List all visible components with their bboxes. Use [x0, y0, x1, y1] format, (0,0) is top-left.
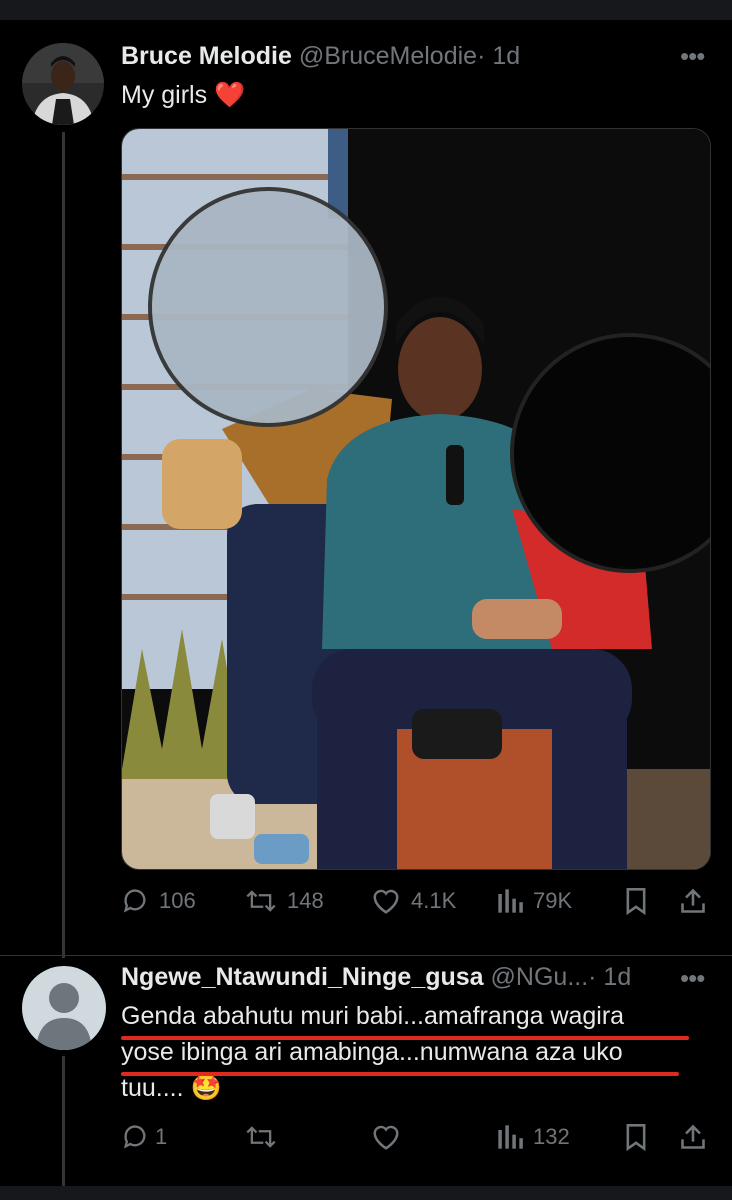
- reply-time[interactable]: · 1d: [588, 963, 631, 991]
- views-icon: [498, 1125, 523, 1149]
- reply-button[interactable]: 1: [121, 1122, 167, 1152]
- reply-author-name[interactable]: Ngewe_Ntawundi_Ninge_gusa: [121, 963, 484, 991]
- reply-line: Genda abahutu muri babi...amafranga wagi…: [121, 1002, 625, 1030]
- views-icon: [498, 889, 523, 913]
- star-struck-emoji: 🤩: [190, 1074, 222, 1102]
- reply-author-handle[interactable]: @NGu...: [491, 963, 589, 991]
- post-text: My girls ❤️: [121, 77, 245, 113]
- reply-icon: [123, 1125, 146, 1149]
- repost-count: 148: [287, 888, 324, 913]
- heart-icon: [373, 889, 399, 914]
- views-count: 79K: [533, 888, 573, 913]
- thread-line: [62, 132, 65, 958]
- bookmark-icon: [626, 888, 646, 915]
- author-avatar[interactable]: [22, 43, 104, 125]
- views-count: 132: [533, 1124, 570, 1149]
- bookmark-button[interactable]: [624, 1122, 648, 1152]
- reply-actions: 1 132: [121, 1122, 711, 1152]
- post-actions: 106 148 4.1K 79K: [121, 886, 711, 916]
- share-icon: [681, 888, 705, 913]
- reply-count: 1: [155, 1124, 168, 1149]
- post-time[interactable]: · 1d: [477, 42, 520, 70]
- reply-count: 106: [159, 888, 196, 913]
- views-button[interactable]: 79K: [497, 886, 572, 916]
- views-button[interactable]: 132: [497, 1122, 570, 1152]
- repost-button[interactable]: [245, 1122, 277, 1152]
- more-icon[interactable]: •••: [680, 43, 705, 69]
- like-count: 4.1K: [411, 888, 457, 913]
- share-button[interactable]: [679, 1122, 707, 1152]
- like-button[interactable]: [371, 1122, 401, 1152]
- share-icon: [681, 1124, 705, 1149]
- reply-button[interactable]: 106: [121, 886, 196, 916]
- author-name[interactable]: Bruce Melodie: [121, 42, 292, 70]
- reply-author-avatar[interactable]: [22, 966, 106, 1050]
- post-photo[interactable]: [121, 128, 711, 870]
- heart-icon: [373, 1125, 399, 1150]
- status-bar: [0, 0, 732, 20]
- divider: [0, 955, 732, 956]
- author-handle[interactable]: @BruceMelodie: [299, 42, 477, 70]
- repost-icon: [246, 890, 276, 912]
- share-button[interactable]: [679, 886, 707, 916]
- bottom-bar: [0, 1186, 732, 1200]
- bookmark-button[interactable]: [624, 886, 648, 916]
- thread-line: [62, 1056, 65, 1186]
- reply-text: Genda abahutu muri babi...amafranga wagi…: [121, 998, 711, 1106]
- red-underline: [121, 1072, 679, 1076]
- reply-icon: [123, 889, 146, 913]
- red-underline: [121, 1036, 689, 1040]
- post-text-body: My girls: [121, 81, 208, 109]
- bookmark-icon: [626, 1124, 646, 1151]
- more-icon[interactable]: •••: [680, 965, 705, 991]
- reply-header: Ngewe_Ntawundi_Ninge_gusa @NGu...· 1d: [121, 962, 631, 992]
- post-header: Bruce Melodie @BruceMelodie· 1d: [121, 41, 520, 71]
- repost-icon: [246, 1126, 276, 1148]
- heart-emoji: ❤️: [214, 81, 246, 109]
- like-button[interactable]: 4.1K: [371, 886, 456, 916]
- repost-button[interactable]: 148: [245, 886, 324, 916]
